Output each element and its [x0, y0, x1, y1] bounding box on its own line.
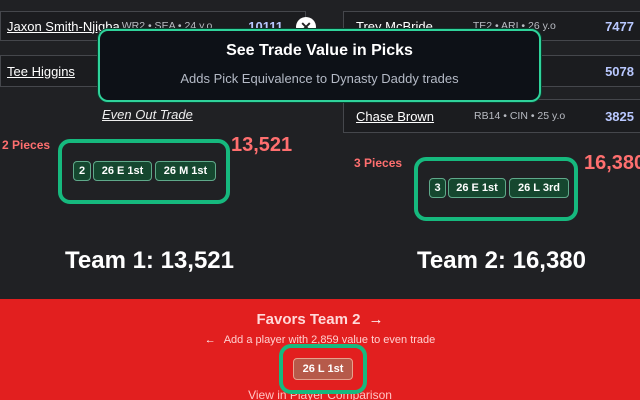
- player-name[interactable]: Tee Higgins: [7, 64, 75, 79]
- team1-pick-chip: 26 E 1st: [93, 161, 152, 181]
- player-name[interactable]: Chase Brown: [356, 109, 434, 124]
- arrow-left-icon: ←: [204, 334, 216, 346]
- favors-heading: Favors Team 2 →: [0, 311, 640, 328]
- player-value: 5078: [605, 63, 634, 79]
- team2-player-card-3[interactable]: Chase Brown RB14 • CIN • 25 y.o 3825: [343, 99, 640, 133]
- suggested-pick-chip[interactable]: 26 L 1st: [293, 358, 353, 380]
- player-value: 3825: [605, 108, 634, 124]
- team2-trade-value: 16,380: [584, 152, 640, 174]
- team1-pick-count-chip: 2: [73, 161, 91, 181]
- trade-value-tooltip: See Trade Value in Picks Adds Pick Equiv…: [98, 29, 541, 102]
- tooltip-title: See Trade Value in Picks: [226, 42, 413, 59]
- team2-pick-count-chip: 3: [429, 178, 446, 198]
- even-out-trade-link[interactable]: Even Out Trade: [102, 107, 193, 122]
- team2-total: Team 2: 16,380: [417, 247, 586, 274]
- team1-total: Team 1: 13,521: [65, 247, 234, 274]
- player-meta: RB14 • CIN • 25 y.o: [474, 110, 566, 122]
- arrow-right-icon: →: [368, 311, 384, 328]
- team1-pieces-count: 2 Pieces: [2, 138, 51, 152]
- favors-label: Favors Team 2: [256, 311, 361, 328]
- tooltip-subtitle: Adds Pick Equivalence to Dynasty Daddy t…: [180, 71, 459, 86]
- team2-pieces-count: 3 Pieces: [354, 156, 403, 170]
- team2-pick-chip: 26 L 3rd: [509, 178, 569, 198]
- team1-trade-value: 13,521: [231, 134, 293, 156]
- team1-pick-chip: 26 M 1st: [155, 161, 216, 181]
- team2-pick-chip: 26 E 1st: [448, 178, 506, 198]
- player-value: 7477: [605, 18, 634, 34]
